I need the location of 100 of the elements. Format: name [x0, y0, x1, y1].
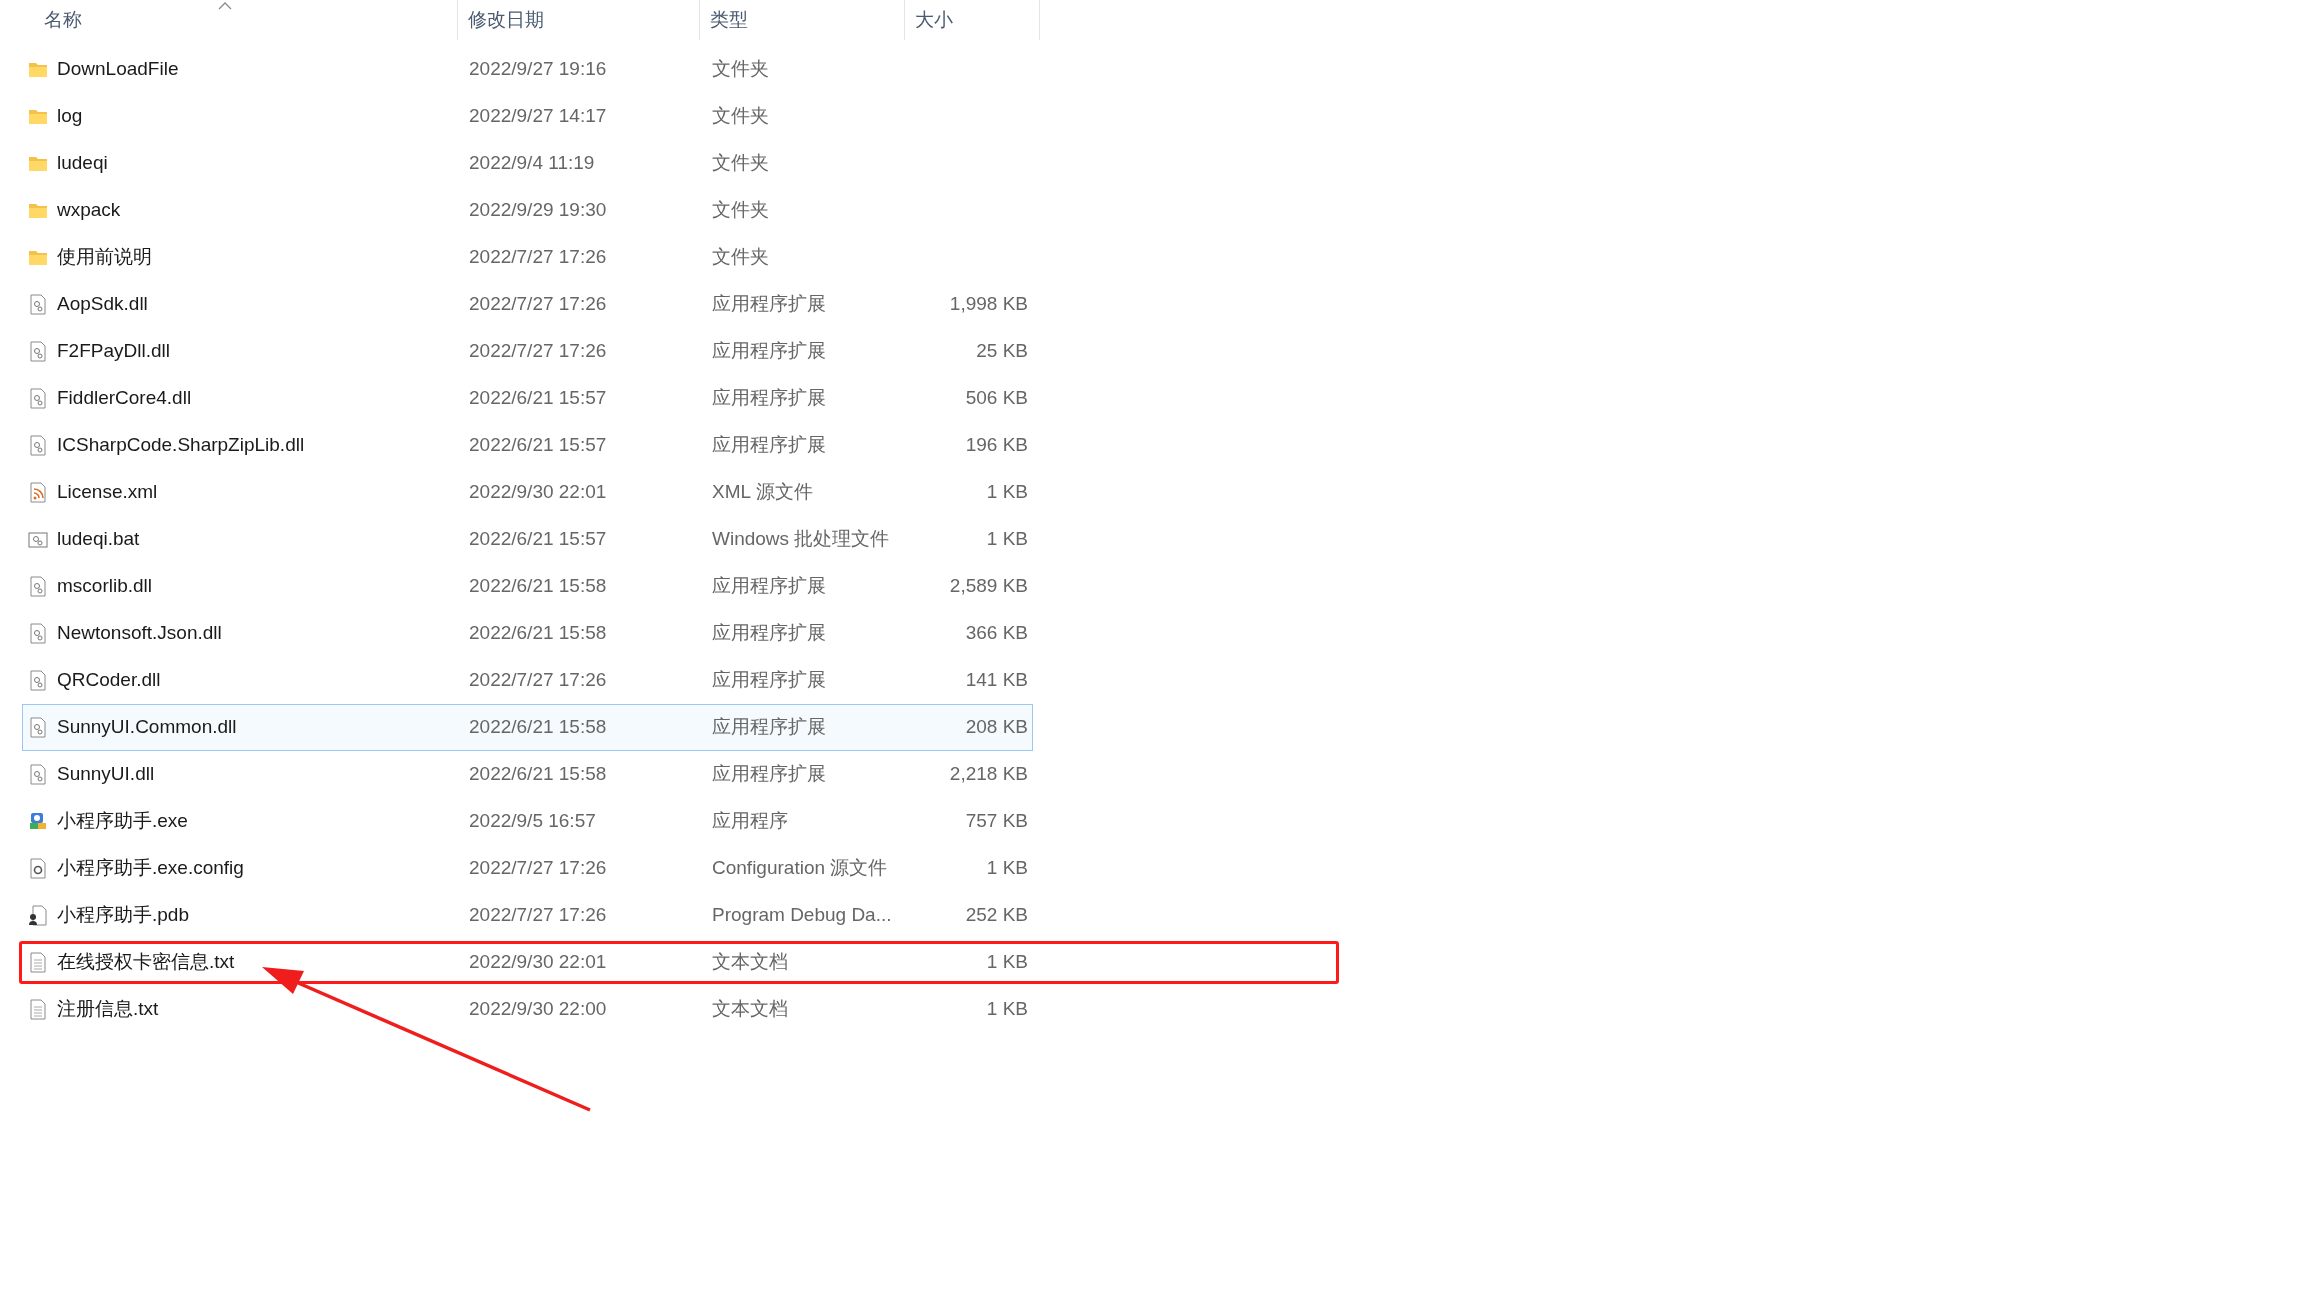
modified-date: 2022/6/21 15:58: [469, 575, 607, 597]
file-name: AopSdk.dll: [57, 292, 148, 317]
file-row[interactable]: ludeqi 2022/9/4 11:19 文件夹: [22, 140, 1033, 187]
text-file-icon: [28, 999, 48, 1020]
file-name: ICSharpCode.SharpZipLib.dll: [57, 433, 305, 458]
file-name: QRCoder.dll: [57, 668, 161, 693]
file-row[interactable]: ICSharpCode.SharpZipLib.dll 2022/6/21 15:57 应用程序扩展 196 KB: [22, 422, 1033, 469]
file-type: 应用程序扩展: [712, 293, 826, 315]
file-type: 应用程序: [712, 810, 788, 832]
modified-date: 2022/7/27 17:26: [469, 340, 607, 362]
file-size: 196 KB: [965, 434, 1028, 456]
modified-date: 2022/7/27 17:26: [469, 246, 607, 268]
modified-date: 2022/9/30 22:01: [469, 951, 607, 973]
file-row[interactable]: 小程序助手.pdb 2022/7/27 17:26 Program Debug Da... 252 KB: [22, 892, 1033, 939]
file-size: 1 KB: [986, 998, 1028, 1020]
modified-date: 2022/6/21 15:58: [469, 622, 607, 644]
file-row[interactable]: log 2022/9/27 14:17 文件夹: [22, 93, 1033, 140]
file-row[interactable]: License.xml 2022/9/30 22:01 XML 源文件 1 KB: [22, 469, 1033, 516]
column-header[interactable]: 大小: [905, 0, 1040, 40]
text-file-icon: [28, 952, 48, 973]
file-row[interactable]: F2FPayDll.dll 2022/7/27 17:26 应用程序扩展 25 KB: [22, 328, 1033, 375]
file-type: 文件夹: [712, 199, 769, 221]
gear-file-icon: [28, 764, 48, 785]
file-row[interactable]: SunnyUI.Common.dll 2022/6/21 15:58 应用程序扩展 208 KB: [22, 704, 1033, 751]
file-row[interactable]: 在线授权卡密信息.txt 2022/9/30 22:01 文本文档 1 KB: [22, 944, 1033, 981]
file-type: 应用程序扩展: [712, 387, 826, 409]
file-row[interactable]: wxpack 2022/9/29 19:30 文件夹: [22, 187, 1033, 234]
file-name: SunnyUI.dll: [57, 762, 155, 787]
file-type: 应用程序扩展: [712, 575, 826, 597]
modified-date: 2022/7/27 17:26: [469, 293, 607, 315]
file-row[interactable]: QRCoder.dll 2022/7/27 17:26 应用程序扩展 141 KB: [22, 657, 1033, 704]
file-name: Newtonsoft.Json.dll: [57, 621, 222, 646]
modified-date: 2022/6/21 15:57: [469, 387, 607, 409]
file-size: 141 KB: [965, 669, 1028, 691]
modified-date: 2022/7/27 17:26: [469, 904, 607, 926]
modified-date: 2022/9/4 11:19: [469, 152, 595, 174]
file-size: 1 KB: [986, 857, 1028, 879]
file-row[interactable]: ludeqi.bat 2022/6/21 15:57 Windows 批处理文件 1 KB: [22, 516, 1033, 563]
file-row[interactable]: AopSdk.dll 2022/7/27 17:26 应用程序扩展 1,998 KB: [22, 281, 1033, 328]
file-name: 小程序助手.exe.config: [57, 856, 244, 881]
file-type: 文本文档: [712, 951, 788, 973]
gear-file-icon: [28, 388, 48, 409]
file-size: 366 KB: [965, 622, 1028, 644]
modified-date: 2022/9/30 22:01: [469, 481, 607, 503]
column-header[interactable]: 修改日期: [458, 0, 700, 40]
gear-file-icon: [28, 717, 48, 738]
file-type: Configuration 源文件: [712, 857, 888, 879]
modified-date: 2022/6/21 15:57: [469, 528, 607, 550]
file-row[interactable]: 注册信息.txt 2022/9/30 22:00 文本文档 1 KB: [22, 986, 1033, 1033]
file-size: 1 KB: [986, 528, 1028, 550]
gear-window-icon: [28, 529, 48, 550]
file-name: SunnyUI.Common.dll: [57, 715, 237, 740]
gear-file-icon: [28, 341, 48, 362]
modified-date: 2022/9/27 14:17: [469, 105, 607, 127]
file-name: ludeqi.bat: [57, 527, 140, 552]
file-name: ludeqi: [57, 151, 108, 176]
file-size: 1 KB: [986, 951, 1028, 973]
modified-date: 2022/6/21 15:58: [469, 716, 607, 738]
file-type: 应用程序扩展: [712, 434, 826, 456]
file-type: 文件夹: [712, 152, 769, 174]
file-type: 应用程序扩展: [712, 622, 826, 644]
rss-file-icon: [28, 482, 48, 503]
gear-file-icon: [28, 623, 48, 644]
file-name: F2FPayDll.dll: [57, 339, 170, 364]
file-name: FiddlerCore4.dll: [57, 386, 192, 411]
modified-date: 2022/9/30 22:00: [469, 998, 607, 1020]
file-size: 25 KB: [976, 340, 1028, 362]
file-row[interactable]: FiddlerCore4.dll 2022/6/21 15:57 应用程序扩展 506 KB: [22, 375, 1033, 422]
file-row[interactable]: 小程序助手.exe.config 2022/7/27 17:26 Configuration 源文件 1 KB: [22, 845, 1033, 892]
file-row[interactable]: 使用前说明 2022/7/27 17:26 文件夹: [22, 234, 1033, 281]
file-name: 小程序助手.exe: [57, 809, 188, 834]
file-type: 文件夹: [712, 58, 769, 80]
file-row[interactable]: 小程序助手.exe 2022/9/5 16:57 应用程序 757 KB: [22, 798, 1033, 845]
file-type: Windows 批处理文件: [712, 528, 890, 550]
file-name: License.xml: [57, 480, 158, 505]
file-size: 252 KB: [965, 904, 1028, 926]
file-row[interactable]: Newtonsoft.Json.dll 2022/6/21 15:58 应用程序扩展 366 KB: [22, 610, 1033, 657]
gear-file-icon: [28, 576, 48, 597]
file-type: 应用程序扩展: [712, 716, 826, 738]
file-row[interactable]: mscorlib.dll 2022/6/21 15:58 应用程序扩展 2,589 KB: [22, 563, 1033, 610]
file-name: 注册信息.txt: [57, 997, 159, 1022]
modified-date: 2022/7/27 17:26: [469, 669, 607, 691]
column-header[interactable]: 名称: [22, 0, 458, 40]
file-name: mscorlib.dll: [57, 574, 153, 599]
file-row[interactable]: DownLoadFile 2022/9/27 19:16 文件夹: [22, 46, 1033, 93]
file-name: 使用前说明: [57, 245, 152, 270]
file-row[interactable]: SunnyUI.dll 2022/6/21 15:58 应用程序扩展 2,218 KB: [22, 751, 1033, 798]
modified-date: 2022/9/27 19:16: [469, 58, 607, 80]
modified-date: 2022/6/21 15:58: [469, 763, 607, 785]
column-header[interactable]: 类型: [700, 0, 905, 40]
file-name: wxpack: [57, 198, 121, 223]
file-type: 应用程序扩展: [712, 340, 826, 362]
file-name: log: [57, 104, 83, 129]
file-size: 2,218 KB: [949, 763, 1028, 785]
modified-date: 2022/9/29 19:30: [469, 199, 607, 221]
file-size: 757 KB: [965, 810, 1028, 832]
file-type: XML 源文件: [712, 481, 813, 503]
modified-date: 2022/6/21 15:57: [469, 434, 607, 456]
file-size: 1 KB: [986, 481, 1028, 503]
app-icon: [28, 811, 48, 832]
